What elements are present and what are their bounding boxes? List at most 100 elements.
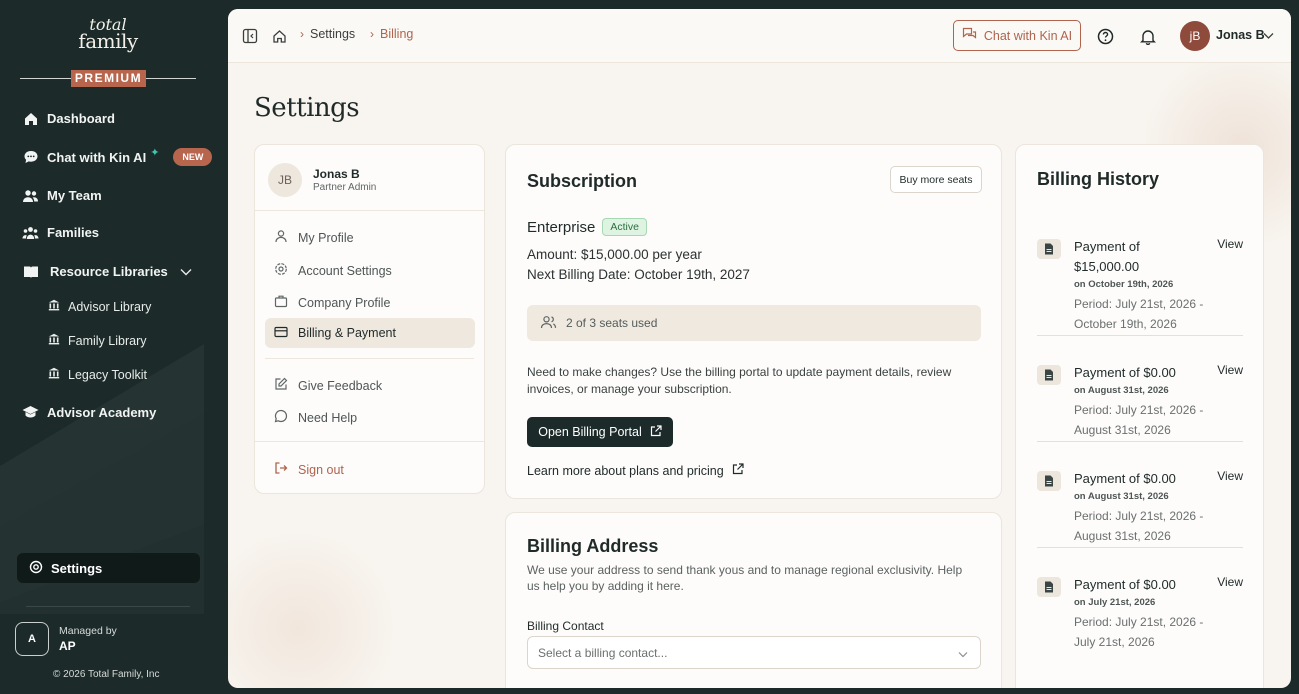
nav-chat-with-kin-ai[interactable]: Chat with Kin AI ✦ NEW [22,146,213,166]
user-icon [274,229,288,246]
payment-period: Period: July 21st, 2026 - July 21st, 202… [1074,615,1204,649]
menu-account-settings[interactable]: Account Settings [274,262,392,279]
managed-by-label: Managed by [59,625,117,637]
nav-legacy-toolkit[interactable]: Legacy Toolkit [48,367,147,382]
chevron-down-icon [180,264,192,279]
next-billing-date: Next Billing Date: October 19th, 2027 [527,267,750,282]
message-circle-icon [274,409,288,426]
log-out-icon [274,461,288,478]
subscription-title: Subscription [527,171,638,191]
page-title: Settings [254,93,360,123]
main-content: › Settings › Billing Chat with Kin AI jB… [228,9,1291,688]
payment-period: Period: July 21st, 2026 - August 31st, 2… [1074,509,1204,543]
library-icon [48,333,60,348]
document-icon [1037,471,1061,491]
managed-by: A Managed by AP [15,622,117,656]
user-name[interactable]: Jonas B [1216,28,1265,42]
payment-period: Period: July 21st, 2026 - October 19th, … [1074,297,1204,331]
menu-my-profile[interactable]: My Profile [274,229,354,246]
chat-bubbles-icon [962,27,977,44]
buy-more-seats-button[interactable]: Buy more seats [890,166,982,193]
nav-resource-libraries[interactable]: Resource Libraries [22,263,192,280]
view-link[interactable]: View [1217,237,1243,251]
users-icon [540,315,557,332]
payment-date: on August 31st, 2026 [1074,385,1169,396]
open-billing-portal-button[interactable]: Open Billing Portal [527,417,673,447]
menu-company-profile[interactable]: Company Profile [274,294,390,311]
total-family-logo[interactable]: total family [0,16,216,51]
nav-dashboard[interactable]: Dashboard [22,110,115,127]
plan-name: Enterprise Active [527,218,647,236]
sparkle-icon: ✦ [150,146,160,159]
billing-portal-description: Need to make changes? Use the billing po… [527,365,952,396]
graduation-cap-icon [22,404,39,421]
profile-role: Partner Admin [313,182,377,193]
gear-icon [29,560,43,577]
view-link[interactable]: View [1217,363,1243,377]
sidebar-divider [26,606,190,607]
premium-badge: PREMIUM [71,70,146,87]
library-icon [48,299,60,314]
profile-name: Jonas B [313,167,360,181]
menu-need-help[interactable]: Need Help [274,409,357,426]
premium-tier-divider: PREMIUM [20,70,196,87]
chat-with-kin-ai-button[interactable]: Chat with Kin AI [953,20,1081,51]
payment-period: Period: July 21st, 2026 - August 31st, 2… [1074,403,1204,437]
sidebar: total family PREMIUM Dashboard Chat with… [0,0,216,694]
library-icon [48,367,60,382]
chat-icon [22,149,39,166]
billing-history-card: Billing History Payment of $15,000.00 Vi… [1015,144,1264,688]
new-badge: NEW [173,148,213,166]
top-bar: › Settings › Billing Chat with Kin AI jB… [228,9,1291,63]
learn-more-plans-link[interactable]: Learn more about plans and pricing [527,463,744,478]
view-link[interactable]: View [1217,469,1243,483]
bell-icon[interactable] [1138,26,1158,46]
gear-icon [274,262,288,279]
external-link-icon [732,463,744,478]
billing-contact-label: Billing Contact [527,619,604,633]
billing-contact-select[interactable]: Select a billing contact... [527,636,981,669]
payment-amount: Payment of $15,000.00 [1074,239,1140,274]
nav-families[interactable]: Families [22,224,99,241]
subscription-card: Subscription Buy more seats Enterprise A… [505,144,1002,499]
settings-menu-card: JB Jonas B Partner Admin My Profile Acco… [254,144,485,494]
document-icon [1037,365,1061,385]
document-icon [1037,239,1061,259]
payment-amount: Payment of $0.00 [1074,471,1176,486]
payment-date: on August 31st, 2026 [1074,491,1169,502]
seats-usage: 2 of 3 seats used [527,305,981,341]
subscription-amount: Amount: $15,000.00 per year [527,247,702,262]
chevron-right-icon: › [370,27,374,41]
billing-address-card: Billing Address We use your address to s… [505,512,1002,688]
help-icon[interactable] [1095,26,1115,46]
chevron-down-icon[interactable] [1263,27,1274,45]
payment-date: on October 19th, 2026 [1074,279,1174,290]
credit-card-icon [274,326,288,341]
nav-my-team[interactable]: My Team [22,187,102,204]
breadcrumb-settings[interactable]: › Settings [300,27,355,41]
nav-settings[interactable]: Settings [17,553,200,583]
payment-date: on July 21st, 2026 [1074,597,1156,608]
billing-address-title: Billing Address [527,536,659,556]
chevron-right-icon: › [300,27,304,41]
menu-give-feedback[interactable]: Give Feedback [274,377,382,394]
families-icon [22,224,39,241]
home-icon[interactable] [269,26,289,46]
nav-family-library[interactable]: Family Library [48,333,147,348]
nav-advisor-library[interactable]: Advisor Library [48,299,151,314]
sidebar-toggle-icon[interactable] [240,26,260,46]
chevron-down-icon [958,647,968,661]
nav-advisor-academy[interactable]: Advisor Academy [22,404,156,421]
sign-out-button[interactable]: Sign out [274,461,344,478]
payment-amount: Payment of $0.00 [1074,577,1176,592]
document-icon [1037,577,1061,597]
menu-billing-payment[interactable]: Billing & Payment [265,318,475,348]
view-link[interactable]: View [1217,575,1243,589]
briefcase-icon [274,294,288,311]
external-link-icon [650,424,662,440]
edit-icon [274,377,288,394]
user-avatar[interactable]: jB [1180,21,1210,51]
book-icon [22,263,39,280]
payment-amount: Payment of $0.00 [1074,365,1176,380]
breadcrumb-billing[interactable]: › Billing [370,27,413,41]
